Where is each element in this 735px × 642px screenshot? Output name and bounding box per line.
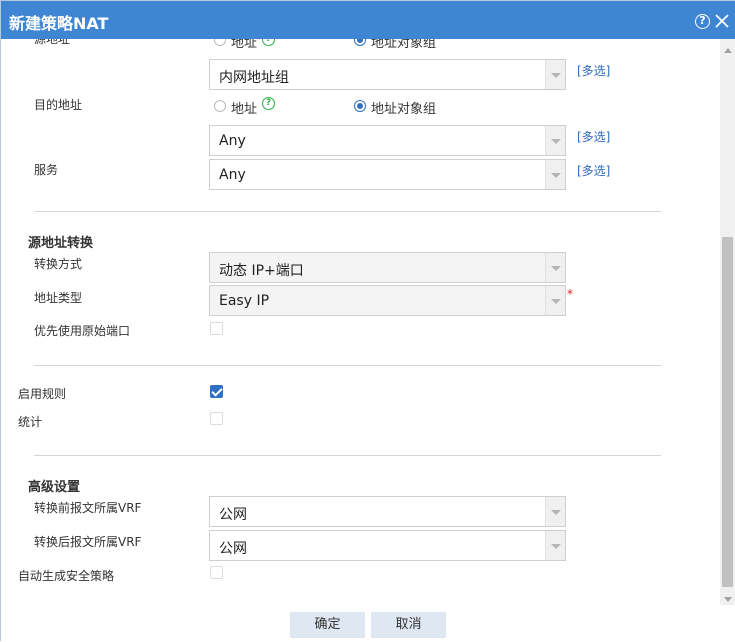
vrf-before-label: 转换前报文所属VRF [34, 501, 142, 515]
source-radio-group[interactable] [354, 39, 366, 46]
chevron-down-icon[interactable] [545, 60, 565, 89]
divider [34, 455, 661, 456]
prefer-port-label: 优先使用原始端口 [34, 324, 131, 338]
chevron-down-icon[interactable] [545, 126, 565, 155]
scroll-down-icon[interactable] [724, 597, 732, 602]
vrf-after-value: 公网 [219, 541, 247, 557]
chevron-down-icon[interactable] [545, 253, 565, 282]
source-radio-address-label: 地址 [231, 39, 258, 51]
chevron-down-icon[interactable] [545, 497, 565, 526]
close-icon[interactable] [714, 13, 730, 29]
dialog-content: 源地址 地址 ? 地址对象组 内网地址组 [多选] 目的地址 地址 ? 地址对象… [1, 39, 720, 605]
required-mark: * [567, 287, 573, 301]
service-value: Any [219, 167, 246, 183]
service-multi-select-link[interactable]: [多选] [577, 162, 610, 179]
dialog-title: 新建策略NAT [9, 14, 109, 33]
service-label: 服务 [34, 163, 59, 177]
divider [34, 365, 661, 366]
snat-type-select[interactable]: Easy IP [209, 285, 566, 316]
source-multi-select-link[interactable]: [多选] [577, 62, 610, 79]
dest-radio-group-label: 地址对象组 [371, 102, 437, 117]
vrf-before-value: 公网 [219, 507, 247, 523]
dest-radio-address[interactable] [214, 100, 226, 112]
auto-policy-label: 自动生成安全策略 [18, 569, 115, 583]
source-help-icon[interactable]: ? [262, 39, 275, 46]
auto-policy-checkbox[interactable] [210, 566, 223, 579]
chevron-down-icon[interactable] [545, 286, 565, 315]
dest-address-select[interactable]: Any [209, 125, 566, 156]
snat-mode-value: 动态 IP+端口 [219, 263, 304, 279]
help-icon[interactable]: ? [695, 14, 710, 29]
enable-rule-checkbox[interactable] [210, 385, 223, 398]
source-address-select[interactable]: 内网地址组 [209, 59, 566, 90]
dest-address-label: 目的地址 [34, 98, 83, 112]
source-radio-address[interactable] [214, 39, 226, 46]
source-address-value: 内网地址组 [219, 70, 289, 86]
ok-button[interactable]: 确定 [290, 612, 365, 638]
dialog-footer: 确定 取消 [1, 605, 735, 642]
divider [34, 211, 661, 212]
scroll-thumb[interactable] [722, 237, 733, 587]
service-select[interactable]: Any [209, 159, 566, 190]
dest-radio-address-label: 地址 [231, 102, 258, 117]
snat-type-value: Easy IP [219, 293, 270, 309]
nat-policy-dialog: 新建策略NAT ? 源地址 地址 ? 地址对象组 内网地址组 [多选] 目的地址… [0, 0, 735, 642]
scroll-up-icon[interactable] [724, 48, 732, 53]
snat-mode-label: 转换方式 [34, 257, 83, 271]
snat-mode-select[interactable]: 动态 IP+端口 [209, 252, 566, 283]
dialog-titlebar: 新建策略NAT ? [1, 1, 735, 39]
enable-rule-label: 启用规则 [18, 387, 67, 401]
vrf-before-select[interactable]: 公网 [209, 496, 566, 527]
dest-address-value: Any [219, 133, 246, 149]
prefer-port-checkbox[interactable] [210, 322, 223, 335]
vrf-after-label: 转换后报文所属VRF [34, 535, 142, 549]
stats-label: 统计 [18, 415, 43, 429]
dest-radio-group[interactable] [354, 100, 366, 112]
stats-checkbox[interactable] [210, 412, 223, 425]
vertical-scrollbar[interactable] [720, 39, 735, 605]
dest-help-icon[interactable]: ? [262, 97, 275, 110]
snat-section-title: 源地址转换 [28, 236, 94, 251]
chevron-down-icon[interactable] [545, 531, 565, 560]
source-address-label: 源地址 [34, 39, 71, 46]
chevron-down-icon[interactable] [545, 160, 565, 189]
vrf-after-select[interactable]: 公网 [209, 530, 566, 561]
advanced-section-title: 高级设置 [28, 480, 81, 495]
snat-type-label: 地址类型 [34, 291, 83, 305]
cancel-button[interactable]: 取消 [371, 612, 446, 638]
dest-multi-select-link[interactable]: [多选] [577, 128, 610, 145]
source-radio-group-label: 地址对象组 [371, 39, 437, 51]
